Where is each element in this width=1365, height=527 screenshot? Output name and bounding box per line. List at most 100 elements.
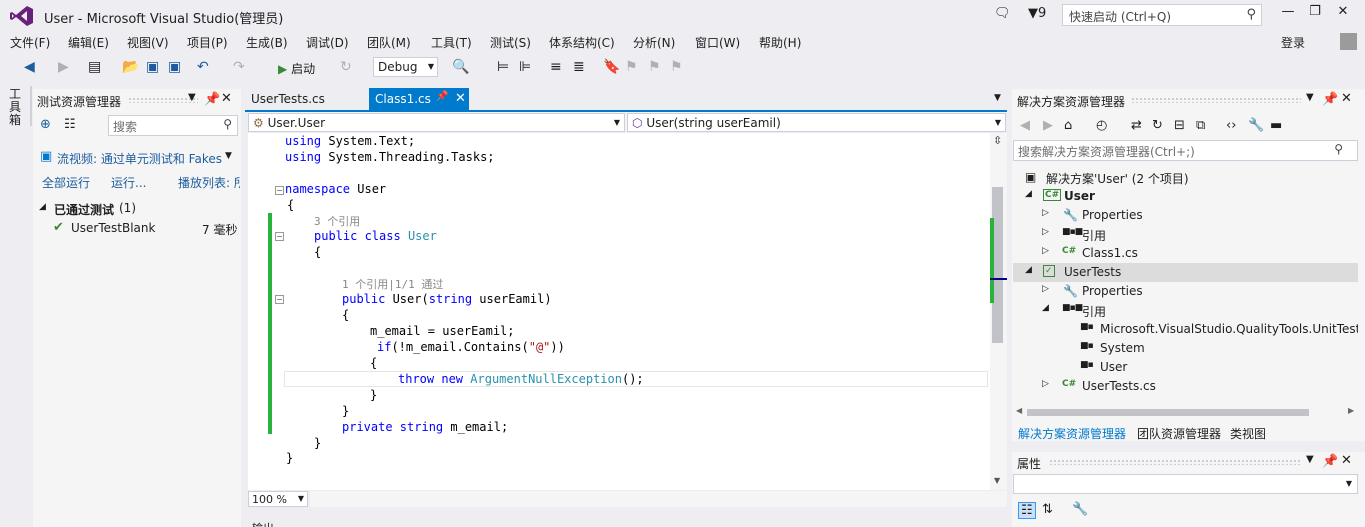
editor-vertical-scrollbar[interactable]: ⇳ ▼ xyxy=(990,133,1007,490)
scroll-right-icon[interactable]: ▶ xyxy=(1348,406,1354,415)
forward-icon[interactable]: ▶ xyxy=(1043,118,1053,133)
fold-icon[interactable]: − xyxy=(275,295,284,304)
start-debug-button[interactable]: ▶ 启动 xyxy=(278,60,315,77)
preview-icon[interactable]: ▬ xyxy=(1270,118,1282,133)
split-icon[interactable]: ⇳ xyxy=(993,134,1002,147)
open-file-icon[interactable]: 📂 xyxy=(122,59,139,75)
categorized-icon[interactable]: ☷ xyxy=(1018,502,1036,519)
tree-item-class1[interactable]: ▷ C# Class1.cs xyxy=(1013,244,1358,263)
close-panel-icon[interactable]: ✕ xyxy=(1341,91,1352,106)
tree-project-usertests[interactable]: ◢ ✓ UserTests xyxy=(1013,263,1358,282)
scroll-thumb[interactable] xyxy=(1027,409,1309,416)
dropdown-icon[interactable]: ▼ xyxy=(1306,92,1314,103)
menu-view[interactable]: 视图(V) xyxy=(127,34,169,51)
menu-build[interactable]: 生成(B) xyxy=(246,34,288,51)
redo-icon[interactable]: ↷ xyxy=(233,59,245,75)
expander-icon[interactable]: ◢ xyxy=(1025,265,1032,275)
login-link[interactable]: 登录 xyxy=(1281,34,1305,51)
run-link[interactable]: 运行... xyxy=(111,174,146,194)
back-icon[interactable]: ◀ xyxy=(1020,118,1030,133)
expander-icon[interactable]: ▷ xyxy=(1042,379,1049,389)
tab-class-view[interactable]: 类视图 xyxy=(1230,425,1266,442)
expander-icon[interactable]: ◢ xyxy=(1025,189,1032,199)
uncomment-icon[interactable]: ≣ xyxy=(573,59,585,75)
menu-architecture[interactable]: 体系结构(C) xyxy=(549,34,615,51)
pin-icon[interactable]: 📌 xyxy=(436,91,448,102)
tree-reference[interactable]: ■▪ System xyxy=(1013,339,1358,358)
tab-class1[interactable]: Class1.cs xyxy=(369,88,469,110)
dropdown-icon[interactable]: ▼ xyxy=(188,92,196,103)
expander-icon[interactable]: ◢ xyxy=(39,202,46,212)
properties-object-select[interactable]: ▼ xyxy=(1013,474,1358,494)
save-all-icon[interactable]: ▣ xyxy=(168,59,181,75)
view-code-icon[interactable]: ‹› xyxy=(1226,118,1236,133)
playlist-link[interactable]: 播放列表: 所 xyxy=(178,174,240,194)
menu-team[interactable]: 团队(M) xyxy=(367,34,411,51)
tree-reference[interactable]: ■▪ Microsoft.VisualStudio.QualityTools.U… xyxy=(1013,320,1358,339)
solution-search-input[interactable]: 搜索解决方案资源管理器(Ctrl+;) ⚲ xyxy=(1013,140,1358,161)
feedback-icon[interactable]: 🗨 xyxy=(994,6,1011,21)
show-all-files-icon[interactable]: ⧉ xyxy=(1196,118,1205,133)
config-select[interactable]: Debug ▼ xyxy=(373,57,438,77)
pin-icon[interactable]: 📌 xyxy=(1322,92,1338,107)
tree-project-user[interactable]: ◢ C# User xyxy=(1013,187,1358,206)
quick-launch-input[interactable]: 快速启动 (Ctrl+Q) ⚲ xyxy=(1062,4,1262,26)
filter-icon[interactable]: ☷ xyxy=(64,117,76,132)
close-panel-icon[interactable]: ✕ xyxy=(1341,453,1352,468)
tree-item-properties[interactable]: ▷ 🔧 Properties xyxy=(1013,206,1358,225)
output-panel[interactable]: 输出 xyxy=(248,514,1006,527)
dropdown-icon[interactable]: ▼ xyxy=(1306,454,1314,465)
stream-video-link[interactable]: 流视频: 通过单元测试和 Fakes xyxy=(57,150,222,170)
tree-item-references[interactable]: ▷ ■▪■ 引用 xyxy=(1013,225,1358,244)
save-icon[interactable]: ▣ xyxy=(146,59,159,75)
property-pages-icon[interactable]: 🔧 xyxy=(1072,502,1088,517)
codelens-references-tests[interactable]: 1 个引用|1/1 通过 xyxy=(342,276,443,292)
bookmark-icon[interactable]: 🔖 xyxy=(603,59,620,75)
sync-icon[interactable]: ⇄ xyxy=(1131,118,1142,133)
chevron-down-icon[interactable]: ▼ xyxy=(225,151,232,161)
menu-file[interactable]: 文件(F) xyxy=(10,34,50,51)
expander-icon[interactable]: ▷ xyxy=(1042,208,1049,218)
maximize-button[interactable]: ❐ xyxy=(1303,4,1327,24)
tab-team-explorer[interactable]: 团队资源管理器 xyxy=(1137,425,1221,442)
collapse-all-icon[interactable]: ⊟ xyxy=(1174,118,1185,133)
alphabetical-icon[interactable]: ⇅ xyxy=(1042,502,1053,517)
expander-icon[interactable]: ▷ xyxy=(1042,284,1049,294)
comment-icon[interactable]: ≡ xyxy=(550,59,562,75)
code-editor[interactable]: − − − using System.Text; using System.Th… xyxy=(248,133,991,490)
toolbox-tab[interactable]: 工具箱 xyxy=(9,88,23,127)
properties-icon[interactable]: 🔧 xyxy=(1248,118,1264,133)
prev-bookmark-icon[interactable]: ⚑ xyxy=(625,59,638,75)
test-name[interactable]: UserTestBlank xyxy=(71,221,155,241)
new-project-icon[interactable]: ▤ xyxy=(88,59,101,75)
minimize-button[interactable]: — xyxy=(1276,4,1300,24)
tab-usertests[interactable]: UserTests.cs xyxy=(245,88,331,110)
menu-project[interactable]: 项目(P) xyxy=(187,34,228,51)
outline-icon[interactable]: ⊨ xyxy=(497,59,509,75)
tree-item-references[interactable]: ◢ ■▪■ 引用 xyxy=(1013,301,1358,320)
forward-icon[interactable]: ▶ xyxy=(58,59,69,75)
zoom-select[interactable]: 100 % ▼ xyxy=(248,491,308,507)
pin-icon[interactable]: 📌 xyxy=(204,92,220,107)
menu-test[interactable]: 测试(S) xyxy=(490,34,531,51)
avatar[interactable] xyxy=(1340,33,1357,50)
tree-solution[interactable]: ▣ 解决方案'User' (2 个项目) xyxy=(1013,168,1358,187)
indent-icon[interactable]: ⊫ xyxy=(519,59,531,75)
menu-window[interactable]: 窗口(W) xyxy=(695,34,740,51)
expander-icon[interactable]: ▷ xyxy=(1042,246,1049,256)
tab-overflow-icon[interactable]: ▼ xyxy=(994,93,1001,103)
codelens-references[interactable]: 3 个引用 xyxy=(314,213,360,229)
fold-icon[interactable]: − xyxy=(275,186,284,195)
close-panel-icon[interactable]: ✕ xyxy=(221,91,232,106)
run-all-link[interactable]: 全部运行 xyxy=(42,174,90,194)
group-by-icon[interactable]: ⊕ xyxy=(40,117,51,132)
scroll-down-icon[interactable]: ▼ xyxy=(994,476,1000,485)
clear-bookmarks-icon[interactable]: ⚑ xyxy=(670,59,683,75)
menu-help[interactable]: 帮助(H) xyxy=(759,34,801,51)
menu-edit[interactable]: 编辑(E) xyxy=(68,34,109,51)
close-button[interactable]: ✕ xyxy=(1331,4,1355,24)
notifications-icon[interactable]: ▼9 xyxy=(1028,6,1046,21)
refresh-icon[interactable]: ↻ xyxy=(1152,118,1163,133)
fold-icon[interactable]: − xyxy=(275,232,284,241)
type-dropdown[interactable]: ⚙ User.User ▼ xyxy=(248,113,625,132)
